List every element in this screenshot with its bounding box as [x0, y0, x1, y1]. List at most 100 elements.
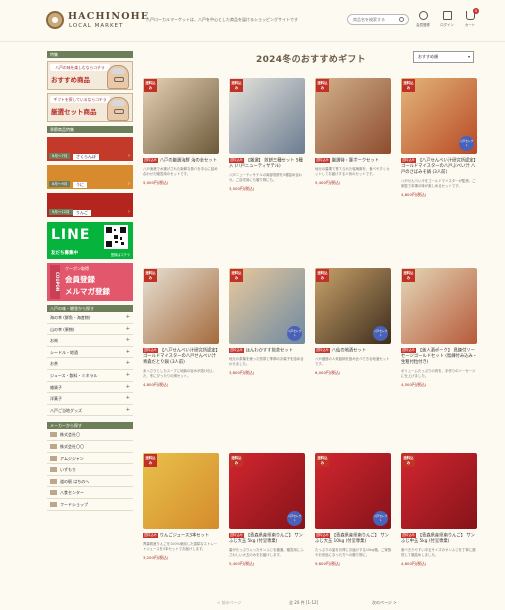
category-item[interactable]: お茶 + [47, 358, 133, 370]
product-name[interactable]: 送料込み 八戸の厳選海鮮 海の幸セット [143, 158, 220, 164]
product-image[interactable]: 送料込み [143, 78, 219, 154]
sort-select[interactable]: おすすめ順 ▾ [413, 51, 474, 63]
category-label: お茶 [50, 361, 58, 367]
product-name-text: ほんわかすす煎茶セット [245, 348, 294, 354]
product-image[interactable]: 送料込み 八戸セレクト [229, 268, 305, 344]
season-name: りんご [73, 210, 91, 216]
logo-emblem-icon[interactable] [46, 11, 64, 29]
product-image[interactable]: 送料込み 八戸セレクト [315, 268, 391, 344]
shipping-tag: 送料込み [401, 533, 416, 538]
product-name[interactable]: 送料込み 厳選特・豚ボークセット [315, 158, 392, 164]
category-heading: 八戸の味・贈答から探す [47, 305, 133, 312]
product-price: 6,000円(税込) [315, 370, 341, 376]
product-image[interactable]: 送料込み [401, 268, 477, 344]
cart-count-badge: 0 [473, 8, 479, 14]
product-image[interactable]: 送料込み [143, 268, 219, 344]
product-description: 蜜がたっぷり入ったサンふじを厳選。贈答用にふさわしい大玉のみをお届けします。 [229, 548, 304, 558]
season-item-cherry[interactable]: 6月〜7月 さくらんぼ › [47, 137, 133, 161]
product-image[interactable]: 送料込み 八戸セレクト [229, 453, 305, 529]
banner-title: 厳選セット商品 [51, 108, 97, 116]
maker-item[interactable]: フードショップ [47, 499, 133, 511]
product-name[interactable]: 送料込み 【美人酒ポーク】 鳥練付ソーセージゴールドセット (鳥練付み込み・生粗付… [401, 348, 478, 366]
product-name[interactable]: 送料込み ほんわかすす煎茶セット [229, 348, 306, 354]
product-card[interactable]: 送料込み 八戸セレクト送料込み 【八戸せんべい汁研究所認定】 ゴールドマイスターの八… [401, 78, 478, 198]
logo-main[interactable]: HACHINOHE [68, 11, 149, 22]
category-item[interactable]: シードル・地酒 + [47, 346, 133, 359]
product-card[interactable]: 送料込み送料込み 【美人酒ポーク】 鳥練付ソーセージゴールドセット (鳥練付み込み… [401, 268, 478, 388]
maker-label: 八食センター [60, 490, 84, 496]
product-image[interactable]: 送料込み 八戸セレクト [401, 78, 477, 154]
product-card[interactable]: 送料込み送料込み 【厳選】 煎餅三種セット 5種入 (八戸ニューティサテル) 八戸ニ… [229, 78, 306, 192]
search-icon[interactable] [399, 17, 404, 22]
product-card[interactable]: 送料込み 八戸セレクト送料込み 【青森県産県南りんご】 サンふじ大玉 10kg (付… [315, 453, 392, 567]
category-label: 八戸ご当地グッズ [50, 407, 82, 413]
category-list: 海の幸 (鮮魚・海産物) + 山の幸 (果物) + お肉 + シードル・地酒 + お茶 + ジュース… [47, 312, 133, 417]
user-button[interactable]: 会員登録 [412, 11, 434, 27]
maker-item[interactable]: 道の駅 はちのへ [47, 476, 133, 488]
category-item[interactable]: 雑貨子 + [47, 381, 133, 394]
category-item[interactable]: ジュース・飲料・ミネラル + [47, 369, 133, 382]
logout-button[interactable]: ログイン [436, 11, 458, 27]
maker-list: 株式会社〇 株式会社〇〇 アムジジャン いずもり 道の駅 はちのへ八食センターフードショ… [47, 429, 133, 511]
recommend-banner[interactable]: 八戸の味を楽しむならコチラ おすすめ商品 [47, 61, 133, 90]
product-card[interactable]: 送料込み 八戸セレクト送料込み 八仙の地酒セット八戸酒造の人気銘柄を飲み比べできる地… [315, 268, 392, 376]
maker-item[interactable]: 八食センター [47, 487, 133, 499]
product-description: 八戸ニューティサテルの南部煎餅を5種詰め合わせ。ご自宅用にも贈り物にも。 [229, 173, 303, 183]
coupon-banner[interactable]: COUPON クーポン取得 会員登録 メルマガ登録 [47, 263, 133, 301]
product-image[interactable]: 送料込み [401, 453, 477, 529]
result-count: 全 20 件 [1-12] [289, 600, 319, 605]
plus-icon[interactable]: + [126, 335, 130, 347]
product-name[interactable]: 送料込み 八仙の地酒セット [315, 348, 392, 354]
product-card[interactable]: 送料込み 送料込み 【青森県産県南りんご】 サンふじ中玉 5kg (付呈専業) 食べき… [401, 453, 478, 567]
next-page-link[interactable]: 次のページ > [372, 600, 397, 606]
cart-label: カート [464, 23, 476, 27]
cart-button[interactable]: 0 カート [459, 8, 481, 27]
maker-heading: メーカーから探す [47, 422, 133, 430]
product-name[interactable]: 送料込み 【八戸せんべい汁研究所認定】 ゴールドマイスターの八戸せんべい汁 青森だ… [143, 348, 220, 366]
product-description: 八戸酒造の人気銘柄を飲み比べできる地酒セットです。 [315, 357, 390, 367]
plus-icon[interactable]: + [126, 382, 130, 394]
plus-icon[interactable]: + [126, 405, 130, 417]
search-input[interactable]: 商品名を検索する [347, 14, 409, 25]
season-name: さくらんぼ [73, 154, 99, 160]
product-name[interactable]: 送料込み 【青森県産県南りんご】 サンふじ大玉 5kg (付呈専業) [229, 533, 306, 545]
plus-icon[interactable]: + [126, 393, 130, 405]
maker-item[interactable]: 株式会社〇 [47, 429, 133, 441]
season-item-urchin[interactable]: 8月〜9月 うに › [47, 165, 133, 189]
product-name[interactable]: 送料込み 【厳選】 煎餅三種セット 5種入 (八戸ニューティサテル) [229, 158, 306, 170]
plus-icon[interactable]: + [126, 324, 130, 336]
prev-page-link[interactable]: < 前のページ [217, 600, 242, 606]
category-item[interactable]: 八戸ご当地グッズ + [47, 404, 133, 417]
category-item[interactable]: 山の幸 (果物) + [47, 323, 133, 336]
product-image[interactable]: 送料込み 八戸セレクト [315, 453, 391, 529]
product-image[interactable]: 送料込み [143, 453, 219, 529]
product-card[interactable]: 送料込み 八戸セレクト送料込み 【青森県産県南りんご】 サンふじ大玉 5kg (付呈… [229, 453, 306, 567]
product-card[interactable]: 送料込み送料込み 【八戸せんべい汁研究所認定】 ゴールドマイスターの八戸せんべい汁… [143, 268, 220, 388]
logo-sub[interactable]: LOCAL MARKET [69, 23, 123, 29]
product-card[interactable]: 送料込み 送料込み 八戸の厳選海鮮 海の幸セット 八戸漁港で水揚げされた新鮮な魚介を中… [143, 78, 220, 186]
product-price: 9,800円(税込) [315, 561, 341, 567]
line-friend-banner[interactable]: LINE 友だち募集中 登録はコチラ [47, 222, 133, 259]
season-item-apple[interactable]: 9月〜12月 りんご › [47, 193, 133, 217]
coupon-vertical-label: COUPON [50, 265, 60, 299]
maker-item[interactable]: いずもり [47, 464, 133, 476]
product-name[interactable]: 送料込み りんごジュース3本セット [143, 533, 220, 539]
maker-item[interactable]: 株式会社〇〇 [47, 441, 133, 453]
category-item[interactable]: 洋菓子 + [47, 393, 133, 405]
category-item[interactable]: お肉 + [47, 335, 133, 347]
plus-icon[interactable]: + [126, 312, 130, 324]
category-item[interactable]: 海の幸 (鮮魚・海産物) + [47, 312, 133, 324]
gift-set-banner[interactable]: ギフトを探しているならコチラ 厳選セット商品 [47, 93, 133, 122]
maker-item[interactable]: アムジジャン [47, 453, 133, 465]
product-image[interactable]: 送料込み [229, 78, 305, 154]
product-name[interactable]: 送料込み 【八戸せんべい汁研究所認定】 ゴールドマイスターの八戸ぶべい汁 八戸のさ… [401, 158, 478, 176]
product-card[interactable]: 送料込み 送料込み 厳選特・豚ボークセット 地元の農場で育てられた銘柄豚を、食べやすく… [315, 78, 392, 186]
product-card[interactable]: 送料込み 八戸セレクト 送料込み ほんわかすす煎茶セット 地元の茶葉を使った煎茶と季節の… [229, 268, 306, 376]
product-name[interactable]: 送料込み 【青森県産県南りんご】 サンふじ大玉 10kg (付呈専業) [315, 533, 392, 545]
product-name[interactable]: 送料込み 【青森県産県南りんご】 サンふじ中玉 5kg (付呈専業) [401, 533, 478, 545]
plus-icon[interactable]: + [126, 347, 130, 359]
plus-icon[interactable]: + [126, 358, 130, 370]
plus-icon[interactable]: + [126, 370, 130, 382]
product-card[interactable]: 送料込み 送料込み りんごジュース3本セット 青森県産りんごを100%使用した濃厚なス… [143, 453, 220, 561]
product-image[interactable]: 送料込み [315, 78, 391, 154]
